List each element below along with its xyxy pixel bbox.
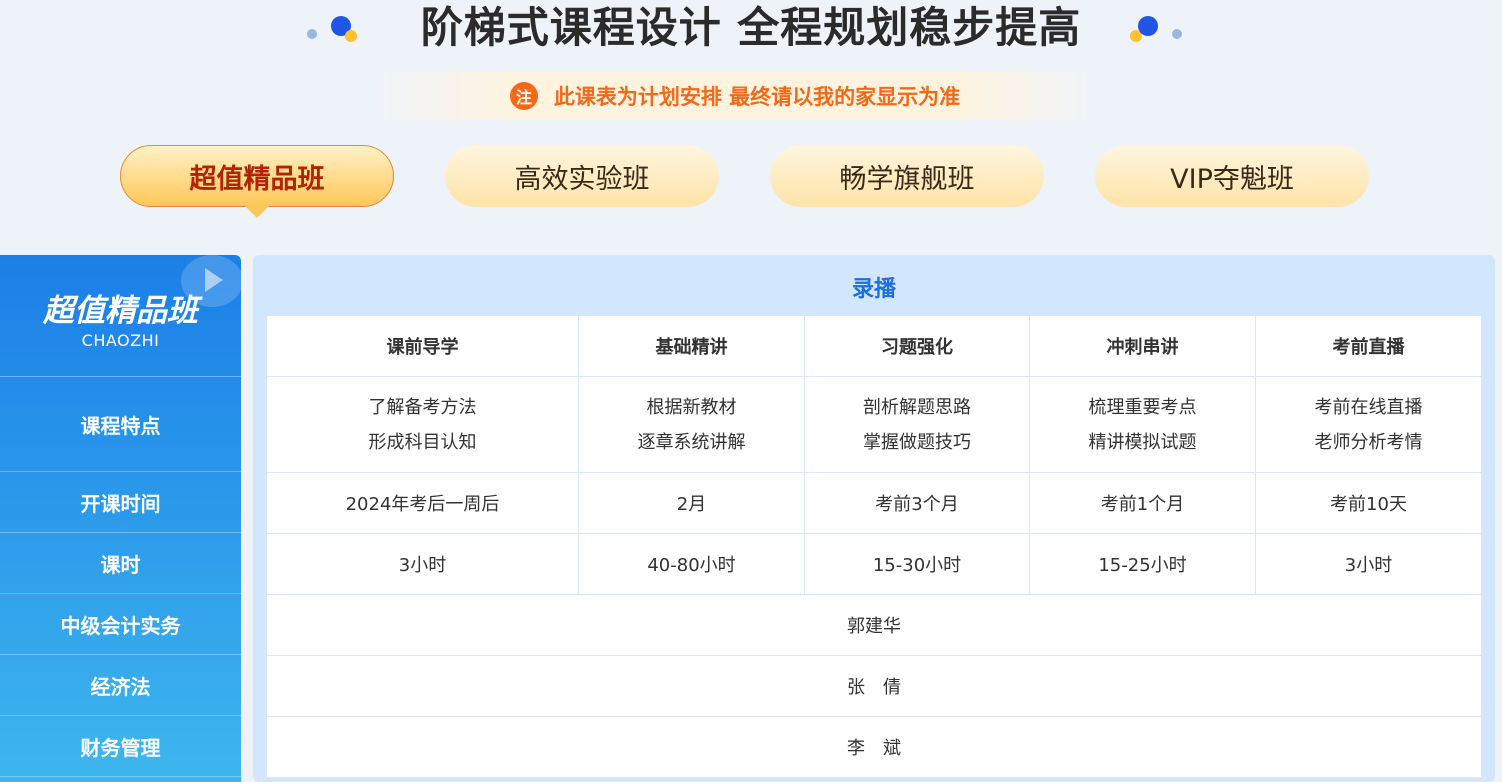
decor-dots-right <box>1128 14 1188 44</box>
table-row-teacher-accounting: 郭建华 <box>266 594 1482 656</box>
hours-cell: 3小时 <box>1255 533 1482 595</box>
sidebar: 超值精品班 CHAOZHI 课程特点 开课时间 课时 中级会计实务 经济法 财务… <box>0 255 241 782</box>
row-label-features: 课程特点 <box>0 377 241 472</box>
table-row-teacher-finance: 李 斌 <box>266 716 1482 778</box>
table-row-features: 了解备考方法 形成科目认知 根据新教材 逐章系统讲解 剖析解题思路 掌握做题技巧 梳理… <box>266 376 1482 473</box>
start-time-cell: 考前1个月 <box>1029 472 1256 534</box>
table-row-teacher-law: 张 倩 <box>266 655 1482 717</box>
row-label-subject-law: 经济法 <box>0 655 241 716</box>
panel-title: 录播 <box>851 277 896 302</box>
tab-changxue[interactable]: 畅学旗舰班 <box>770 145 1044 207</box>
tab-vip[interactable]: VIP夺魁班 <box>1095 145 1369 207</box>
row-label-subject-finance: 财务管理 <box>0 716 241 777</box>
tab-gaoxiao[interactable]: 高效实验班 <box>445 145 719 207</box>
tab-chaozhi[interactable]: 超值精品班 <box>120 145 394 218</box>
sidebar-title: 超值精品班 <box>43 293 198 329</box>
feature-cell: 根据新教材 逐章系统讲解 <box>578 376 805 473</box>
column-header: 冲刺串讲 <box>1029 315 1256 377</box>
schedule-panel: 录播 课前导学 基础精讲 习题强化 冲刺串讲 考前直播 了解备考方法 形成科目认知… <box>253 255 1495 782</box>
notice-text: 此课表为计划安排 最终请以我的家显示为准 <box>553 85 961 109</box>
header: 阶梯式课程设计 全程规划稳步提高 <box>0 0 1502 60</box>
teacher-cell: 李 斌 <box>266 716 1482 778</box>
start-time-cell: 2月 <box>578 472 805 534</box>
hours-cell: 15-25小时 <box>1029 533 1256 595</box>
feature-cell: 梳理重要考点 精讲模拟试题 <box>1029 376 1256 473</box>
start-time-cell: 考前10天 <box>1255 472 1482 534</box>
column-header: 习题强化 <box>804 315 1030 377</box>
notice-badge: 注 <box>509 82 538 110</box>
page-title: 阶梯式课程设计 全程规划稳步提高 <box>420 3 1082 52</box>
feature-cell: 剖析解题思路 掌握做题技巧 <box>804 376 1030 473</box>
column-header: 考前直播 <box>1255 315 1482 377</box>
table-header-row: 课前导学 基础精讲 习题强化 冲刺串讲 考前直播 <box>266 315 1482 377</box>
feature-cell: 考前在线直播 老师分析考情 <box>1255 376 1482 473</box>
start-time-cell: 2024年考后一周后 <box>266 472 579 534</box>
hours-cell: 15-30小时 <box>804 533 1030 595</box>
table-row-start-time: 2024年考后一周后 2月 考前3个月 考前1个月 考前10天 <box>266 472 1482 534</box>
hours-cell: 40-80小时 <box>578 533 805 595</box>
sidebar-subtitle: CHAOZHI <box>81 331 160 350</box>
row-label-start-time: 开课时间 <box>0 472 241 533</box>
column-header: 基础精讲 <box>578 315 805 377</box>
notice-banner: 注 此课表为计划安排 最终请以我的家显示为准 <box>370 72 1100 120</box>
class-tabs: 超值精品班 高效实验班 畅学旗舰班 VIP夺魁班 <box>0 145 1502 225</box>
start-time-cell: 考前3个月 <box>804 472 1030 534</box>
schedule-table: 课前导学 基础精讲 习题强化 冲刺串讲 考前直播 了解备考方法 形成科目认知 根据… <box>266 315 1482 778</box>
teacher-cell: 张 倩 <box>266 655 1482 717</box>
sidebar-header: 超值精品班 CHAOZHI <box>0 255 241 377</box>
teacher-cell: 郭建华 <box>266 594 1482 656</box>
hours-cell: 3小时 <box>266 533 579 595</box>
column-header: 课前导学 <box>266 315 579 377</box>
table-row-hours: 3小时 40-80小时 15-30小时 15-25小时 3小时 <box>266 533 1482 595</box>
feature-cell: 了解备考方法 形成科目认知 <box>266 376 579 473</box>
row-label-hours: 课时 <box>0 533 241 594</box>
row-label-subject-accounting: 中级会计实务 <box>0 594 241 655</box>
